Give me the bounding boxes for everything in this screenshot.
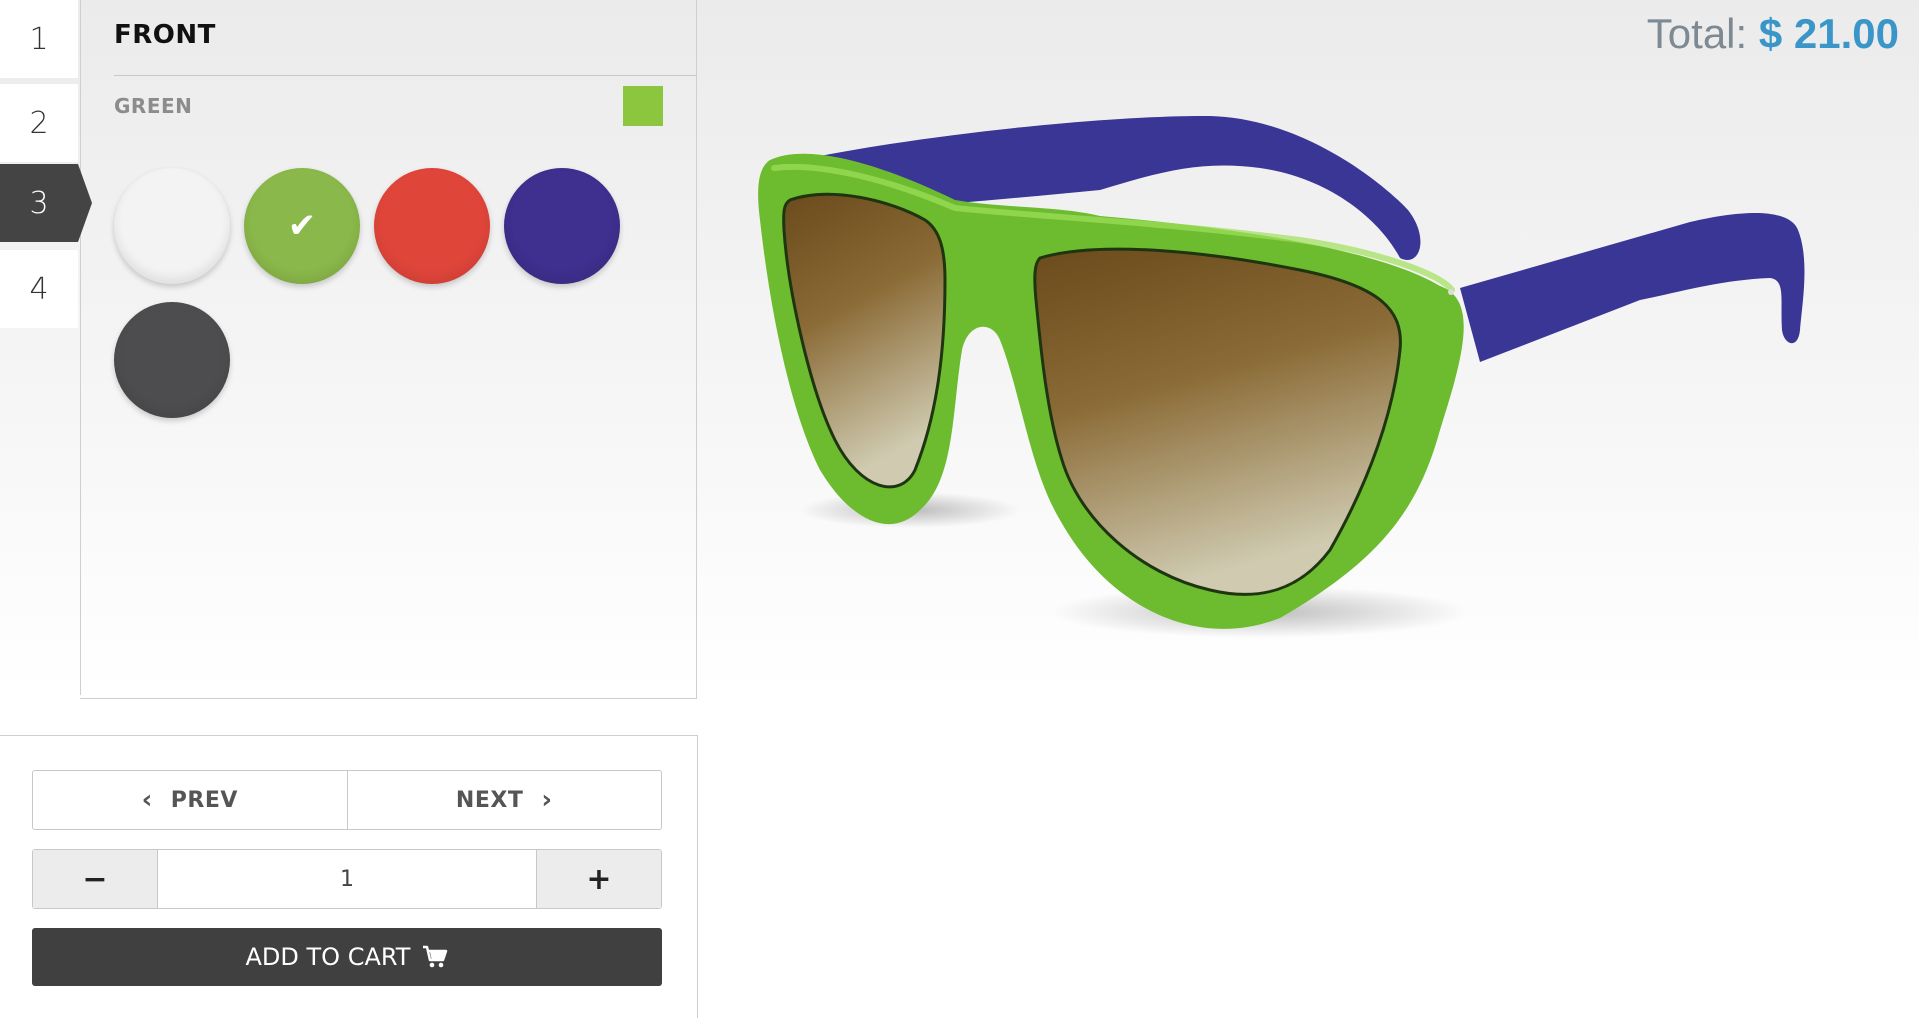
color-swatch-red[interactable]: [374, 168, 490, 284]
step-tab-4[interactable]: 4: [0, 250, 78, 328]
color-swatch-blue[interactable]: [504, 168, 620, 284]
next-label: NEXT: [455, 787, 524, 813]
divider: [114, 75, 697, 76]
cart-icon: [423, 945, 448, 968]
step-tab-label: 1: [29, 21, 49, 57]
options-panel: FRONT GREEN ✔: [80, 0, 697, 699]
quantity-input[interactable]: 1: [157, 850, 537, 908]
selected-color-chip: [623, 86, 663, 126]
step-tabs: 1 2 3 4: [0, 0, 92, 695]
increase-quantity-button[interactable]: +: [537, 850, 661, 908]
step-tab-3[interactable]: 3: [0, 164, 92, 242]
total-amount: $ 21.00: [1758, 10, 1899, 57]
prev-label: PREV: [170, 787, 238, 813]
color-swatch-dark-gray[interactable]: [114, 302, 230, 418]
hinge-screw: [1448, 289, 1454, 295]
lens-left: [782, 192, 947, 489]
step-tab-label: 4: [29, 271, 49, 307]
color-swatch-white[interactable]: [114, 168, 230, 284]
add-to-cart-button[interactable]: ADD TO CART: [32, 928, 662, 986]
panel-title: FRONT: [114, 20, 216, 50]
step-tab-label: 2: [29, 105, 49, 141]
step-tab-2[interactable]: 2: [0, 84, 78, 162]
checkmark-icon: ✔: [287, 206, 317, 246]
selected-color-label: GREEN: [114, 94, 193, 118]
temple-arm-front: [1460, 212, 1805, 362]
step-navigation: ‹ PREV NEXT ›: [32, 770, 662, 830]
chevron-right-icon: ›: [541, 785, 553, 815]
decrease-quantity-button[interactable]: −: [33, 850, 157, 908]
cart-controls: ‹ PREV NEXT › − 1 + ADD TO CART: [0, 735, 698, 1018]
sunglasses-preview: [758, 115, 1805, 638]
step-tab-1[interactable]: 1: [0, 0, 78, 78]
quantity-stepper: − 1 +: [32, 849, 662, 909]
next-button[interactable]: NEXT ›: [346, 771, 662, 829]
order-total: Total: $ 21.00: [1647, 10, 1899, 58]
add-to-cart-label: ADD TO CART: [245, 943, 411, 971]
total-label: Total:: [1646, 10, 1748, 57]
step-tab-label: 3: [29, 185, 49, 221]
prev-button[interactable]: ‹ PREV: [33, 771, 347, 829]
chevron-left-icon: ‹: [141, 785, 153, 815]
configurator-stage: 1 2 3 4 FRONT GREEN ✔ ‹ PREV NEXT › − 1 …: [0, 0, 1919, 1018]
color-swatch-green[interactable]: ✔: [244, 168, 360, 284]
